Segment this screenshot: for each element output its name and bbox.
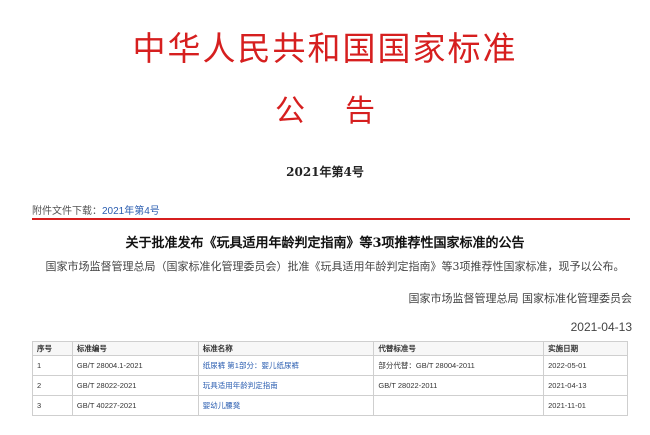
- cell-name-link[interactable]: 婴幼儿腰凳: [197, 395, 375, 416]
- column-header-code: 标准编号: [71, 341, 199, 356]
- announcement-date: 2021-04-13: [570, 320, 632, 334]
- notice-heading: 公告: [275, 94, 415, 129]
- cell-code: GB/T 28004.1-2021: [71, 355, 199, 376]
- cell-replaces: GB/T 28022-2011: [373, 375, 545, 396]
- table-row: 1 GB/T 28004.1-2021 纸尿裤 第1部分：婴儿纸尿裤 部分代替：…: [32, 355, 628, 376]
- cell-name-link[interactable]: 玩具适用年龄判定指南: [197, 375, 375, 396]
- cell-index: 2: [32, 375, 73, 396]
- column-header-name: 标准名称: [197, 341, 375, 356]
- cell-index: 1: [32, 355, 73, 376]
- announcement-signature: 国家市场监督管理总局 国家标准化管理委员会: [408, 292, 633, 305]
- cell-name-link[interactable]: 纸尿裤 第1部分：婴儿纸尿裤: [197, 355, 375, 376]
- cell-replaces: [373, 395, 545, 416]
- column-header-date: 实施日期: [543, 341, 628, 356]
- column-header-replaces: 代替标准号: [373, 341, 545, 356]
- cell-date: 2021-04-13: [543, 375, 628, 396]
- cell-code: GB/T 28022-2021: [71, 375, 199, 396]
- column-header-index: 序号: [32, 341, 73, 356]
- announcement-headline: 关于批准发布《玩具适用年龄判定指南》等3项推荐性国家标准的公告: [125, 236, 525, 251]
- announcement-body: 国家市场监督管理总局（国家标准化管理委员会）批准《玩具适用年龄判定指南》等3项推…: [45, 260, 625, 273]
- cell-replaces: 部分代替：GB/T 28004-2011: [373, 355, 545, 376]
- cell-index: 3: [32, 395, 73, 416]
- table-header-row: 序号 标准编号 标准名称 代替标准号 实施日期: [32, 341, 628, 356]
- attachment-bar: 附件文件下载：2021年第4号: [32, 202, 630, 220]
- attachment-label: 附件文件下载：: [32, 206, 102, 217]
- table-row: 3 GB/T 40227-2021 婴幼儿腰凳 2021-11-01: [32, 395, 628, 416]
- cell-date: 2022-05-01: [543, 355, 628, 376]
- cell-code: GB/T 40227-2021: [71, 395, 199, 416]
- page-title: 中华人民共和国国家标准: [132, 29, 518, 68]
- cell-date: 2021-11-01: [543, 395, 628, 416]
- attachment-download-link[interactable]: 2021年第4号: [102, 206, 160, 217]
- table-row: 2 GB/T 28022-2021 玩具适用年龄判定指南 GB/T 28022-…: [32, 375, 628, 396]
- issue-number: 2021年第4号: [286, 165, 364, 179]
- standards-table: 序号 标准编号 标准名称 代替标准号 实施日期 1 GB/T 28004.1-2…: [32, 341, 628, 416]
